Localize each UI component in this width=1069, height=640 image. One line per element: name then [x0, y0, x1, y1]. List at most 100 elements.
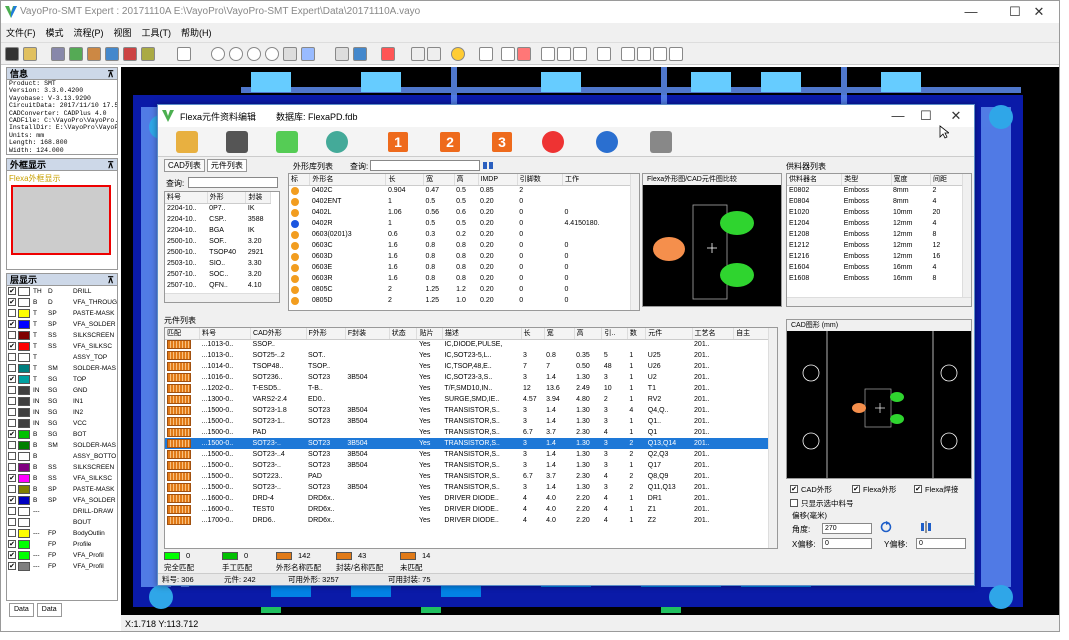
save-icon[interactable]	[596, 131, 618, 153]
money-icon[interactable]	[276, 131, 298, 153]
table-row[interactable]: 0603E 1.6 0.8 0.8 0.20 0 0	[289, 262, 631, 273]
column-header[interactable]: 宽	[423, 174, 455, 186]
column-header[interactable]: 宽	[544, 328, 575, 340]
measure-icon[interactable]	[479, 47, 493, 61]
flip-icon[interactable]	[669, 47, 683, 61]
layer-checkbox[interactable]: ✔	[8, 320, 16, 328]
column-header[interactable]: F外形	[306, 328, 346, 340]
vertical-scrollbar[interactable]	[768, 328, 777, 548]
column-header[interactable]: 元件	[645, 328, 693, 340]
layer-color-swatch[interactable]	[18, 562, 30, 571]
option-checkbox[interactable]: ✔	[914, 485, 922, 493]
table-row[interactable]: 2500-10.. SOF.. 3.20	[165, 236, 271, 247]
table-row[interactable]: ...1013-0.. SOT25-..2 SOT.. Yes IC,SOT23-5,L…	[165, 350, 769, 361]
distribute-icon[interactable]	[573, 47, 587, 61]
column-header[interactable]: 供料器名	[787, 174, 843, 186]
table-row[interactable]: 2507-10.. SOC.. 3.20	[165, 269, 271, 280]
column-header[interactable]: 贴片	[416, 328, 443, 340]
layer-row[interactable]: T SM SOLDER-MAS	[7, 363, 117, 374]
layer-checkbox[interactable]	[8, 452, 16, 460]
layer-color-swatch[interactable]	[18, 364, 30, 373]
layer-row[interactable]: T SP PASTE-MASK	[7, 308, 117, 319]
column-header[interactable]: 长	[521, 328, 545, 340]
layer-checkbox[interactable]: ✔	[8, 287, 16, 295]
outline-thumbnail[interactable]	[11, 185, 111, 255]
column-header[interactable]: 状态	[389, 328, 418, 340]
column-header[interactable]: 长	[385, 174, 424, 186]
table-row[interactable]: E1216 Emboss 12mm 16	[787, 251, 963, 262]
layer-row[interactable]: ✔ TH D DRILL	[7, 286, 117, 297]
layer-row[interactable]: ✔ T SG TOP	[7, 374, 117, 385]
flip-icon[interactable]	[621, 47, 635, 61]
table-row[interactable]: 2507-10.. QFN.. 4.10	[165, 280, 271, 291]
layer-color-swatch[interactable]	[18, 320, 30, 329]
column-header[interactable]: 标	[289, 174, 311, 186]
table-row[interactable]: 0603R 1.6 0.8 0.8 0.20 0 0	[289, 273, 631, 284]
layer-checkbox[interactable]	[8, 397, 16, 405]
tool-icon[interactable]	[123, 47, 137, 61]
layer-checkbox[interactable]: ✔	[8, 342, 16, 350]
zoom-out-icon[interactable]	[229, 47, 243, 61]
tab-part-list[interactable]: 元件列表	[206, 159, 247, 172]
layer-row[interactable]: B SP PASTE-MASK	[7, 484, 117, 495]
layer-color-swatch[interactable]	[18, 375, 30, 384]
table-row[interactable]: E1212 Emboss 12mm 12	[787, 240, 963, 251]
table-row[interactable]: ...1500-0.. SOT23-.. SOT23 3B504 Yes TRANSIST…	[165, 482, 769, 493]
table-row[interactable]: ...1202-0.. T-ESD5.. T-B.. Yes T/F,SMD10,IN.…	[165, 383, 769, 394]
layer-checkbox[interactable]: ✔	[8, 298, 16, 306]
layer-color-swatch[interactable]	[18, 463, 30, 472]
table-row[interactable]: ...1500-0.. SOT23-1.8 SOT23 3B504 Yes TRANSIS…	[165, 405, 769, 416]
table-row[interactable]: 0805D 2 1.25 1.0 0.20 0 0	[289, 295, 631, 306]
tool-icon[interactable]	[51, 47, 65, 61]
table-row[interactable]: ...1500-0.. PAD Yes TRANSISTOR,S.. 6.7 3.7 2.3…	[165, 427, 769, 438]
layer-row[interactable]: T ASSY_TOP	[7, 352, 117, 363]
layer-row[interactable]: IN SG GND	[7, 385, 117, 396]
layer-row[interactable]: ✔ B SS VFA_SILKSC	[7, 473, 117, 484]
step-3-button[interactable]: 3	[492, 132, 512, 152]
layer-row[interactable]: ✔ B SG BOT	[7, 429, 117, 440]
table-row[interactable]: 0402R 1 0.5 0.5 0.20 0 4.4150180.	[289, 218, 631, 229]
bulb-icon[interactable]	[451, 47, 465, 61]
column-header[interactable]: 高	[454, 174, 479, 186]
table-row[interactable]: ...1500-0.. SOT23-..4 SOT23 3B504 Yes TRANSIS…	[165, 449, 769, 460]
table-row[interactable]: 2500-10.. TSOP40 2921	[165, 247, 271, 258]
print-icon[interactable]	[597, 47, 611, 61]
layer-checkbox[interactable]	[8, 518, 16, 526]
zoom-in-icon[interactable]	[211, 47, 225, 61]
layer-row[interactable]: BOUT	[7, 517, 117, 528]
collapse-icon[interactable]: ⊼	[107, 159, 114, 171]
layer-checkbox[interactable]	[8, 507, 16, 515]
move-icon[interactable]	[427, 47, 441, 61]
menu-file[interactable]: 文件(F)	[1, 23, 41, 43]
layer-row[interactable]: ✔ --- FP VFA_Profil	[7, 550, 117, 561]
align-icon[interactable]	[501, 47, 515, 61]
flip-icon[interactable]	[653, 47, 667, 61]
flip-icon[interactable]	[637, 47, 651, 61]
distribute-icon[interactable]	[541, 47, 555, 61]
select-icon[interactable]	[411, 47, 425, 61]
minimize-button[interactable]: —	[949, 1, 993, 23]
y-offset-input[interactable]: 0	[916, 538, 966, 549]
layer-color-swatch[interactable]	[18, 540, 30, 549]
column-header[interactable]: 描述	[442, 328, 522, 340]
table-row[interactable]: ...1500-0.. SOT23-.. SOT23 3B504 Yes TRANSIST…	[165, 438, 769, 449]
layer-color-swatch[interactable]	[18, 331, 30, 340]
layer-color-swatch[interactable]	[18, 485, 30, 494]
report-icon[interactable]	[650, 131, 672, 153]
layer-row[interactable]: B ASSY_BOTTO	[7, 451, 117, 462]
table-row[interactable]: ...1700-0.. DRD6.. DRD6x.. Yes DRIVER DIODE.…	[165, 515, 769, 526]
layer-row[interactable]: ✔ T SS VFA_SILKSC	[7, 341, 117, 352]
layer-color-swatch[interactable]	[18, 342, 30, 351]
tool-icon[interactable]	[105, 47, 119, 61]
table-row[interactable]: ...1500-0.. SOT223.. PAD Yes TRANSISTOR,S.. 6…	[165, 471, 769, 482]
column-header[interactable]: 工艺名	[692, 328, 735, 340]
layer-row[interactable]: ✔ FP Profile	[7, 539, 117, 550]
column-header[interactable]: 工作	[562, 174, 632, 186]
layer-checkbox[interactable]: ✔	[8, 474, 16, 482]
layer-color-swatch[interactable]	[18, 353, 30, 362]
layer-color-swatch[interactable]	[18, 551, 30, 560]
column-header[interactable]: 外形	[207, 192, 247, 204]
column-header[interactable]: 匹配	[165, 328, 201, 340]
table-row[interactable]: ...1016-0.. SOT236.. SOT23 3B504 Yes IC,SOT23…	[165, 372, 769, 383]
column-header[interactable]: F封装	[345, 328, 390, 340]
